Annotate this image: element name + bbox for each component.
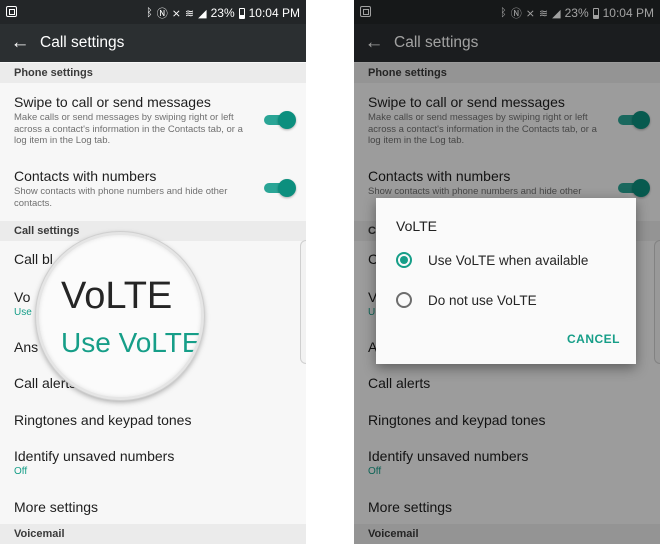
dialog-title: VoLTE [396, 218, 437, 234]
contacts-with-numbers-title[interactable]: Contacts with numbers [14, 168, 156, 184]
swipe-to-call-toggle[interactable] [264, 111, 296, 129]
app-bar: ← Call settings [0, 24, 306, 62]
more-settings-item[interactable]: More settings [14, 499, 98, 515]
identify-unsaved-numbers-item[interactable]: Identify unsaved numbers [14, 448, 174, 464]
status-bar: ᛒ Ⓝ ⨯ ≋ ◢ 23% 10:04 PM [0, 0, 306, 24]
identify-unsaved-numbers-value: Off [14, 466, 28, 477]
ringtones-item[interactable]: Ringtones and keypad tones [14, 412, 191, 428]
magnified-volte-title: VoLTE [61, 275, 173, 317]
right-screenshot: ᛒ Ⓝ ⨯ ≋ ◢ 23% 10:04 PM ← Call settings P… [354, 0, 660, 544]
edge-panel-handle[interactable] [300, 240, 306, 364]
wifi-icon: ≋ [184, 7, 195, 20]
swipe-to-call-description: Make calls or send messages by swiping r… [14, 112, 243, 146]
magnifier-callout: VoLTE Use VoLTE [36, 232, 204, 400]
status-icons: ᛒ Ⓝ ⨯ ≋ ◢ 23% 10:04 PM [146, 5, 300, 21]
battery-percent: 23% [210, 6, 235, 20]
cancel-button[interactable]: CANCEL [567, 332, 620, 346]
radio-checked-icon[interactable] [396, 252, 412, 268]
option-label: Use VoLTE when available [428, 252, 589, 268]
mute-icon: ⨯ [171, 7, 181, 20]
volte-dialog: VoLTE Use VoLTE when available Do not us… [376, 198, 636, 364]
contacts-with-numbers-description: Show contacts with phone numbers and hid… [14, 186, 228, 209]
contacts-with-numbers-toggle[interactable] [264, 179, 296, 197]
volte-item[interactable]: Vo [14, 289, 30, 305]
nfc-icon: Ⓝ [156, 8, 168, 20]
swipe-to-call-title[interactable]: Swipe to call or send messages [14, 94, 211, 110]
toggle-thumb [278, 179, 296, 197]
option-label: Do not use VoLTE [428, 292, 537, 308]
signal-icon: ◢ [198, 7, 207, 20]
call-blocking-item[interactable]: Call bl [14, 251, 53, 267]
back-arrow-icon[interactable]: ← [0, 24, 40, 62]
page-title: Call settings [40, 34, 125, 51]
answering-ending-calls-item[interactable]: Ans [14, 339, 38, 355]
volte-value: Use [14, 307, 32, 318]
magnified-volte-value: Use VoLTE [61, 327, 201, 358]
option-use-volte[interactable]: Use VoLTE when available [396, 250, 588, 270]
clock: 10:04 PM [248, 6, 300, 20]
section-header-voicemail: Voicemail [0, 524, 306, 544]
radio-unchecked-icon[interactable] [396, 292, 412, 308]
toggle-thumb [278, 111, 296, 129]
battery-icon [238, 7, 245, 19]
bluetooth-icon: ᛒ [146, 7, 153, 19]
section-header-phone-settings: Phone settings [0, 63, 306, 83]
sim-card-icon [6, 6, 17, 17]
option-do-not-use-volte[interactable]: Do not use VoLTE [396, 290, 537, 310]
left-screenshot: ᛒ Ⓝ ⨯ ≋ ◢ 23% 10:04 PM ← Call settings P… [0, 0, 306, 544]
